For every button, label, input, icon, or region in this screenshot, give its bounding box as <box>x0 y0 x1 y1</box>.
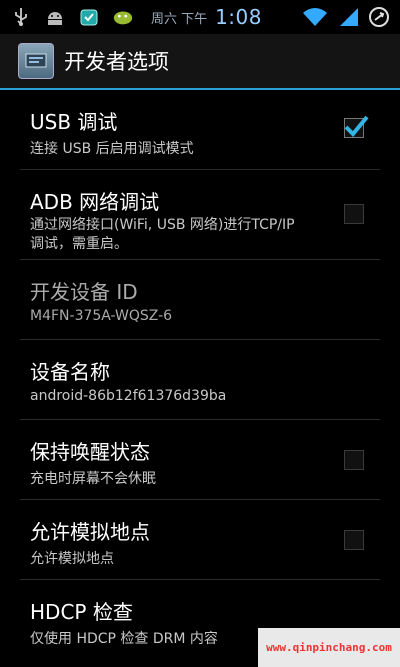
status-bar: 周六 下午 1:08 <box>0 0 400 34</box>
status-time: 1:08 <box>215 5 262 29</box>
settings-list: USB 调试 连接 USB 后启用调试模式 ADB 网络调试 通过网络接口(Wi… <box>0 90 400 650</box>
item-summary: 允许模拟地点 <box>30 551 114 567</box>
item-title: HDCP 检查 <box>30 600 133 624</box>
usb-debugging-checkbox[interactable] <box>344 115 369 138</box>
app-store-icon <box>78 6 100 28</box>
list-item-device-name[interactable]: 设备名称 android-86b12f61376d39ba <box>20 340 380 420</box>
item-title: USB 调试 <box>30 110 118 134</box>
mock-location-checkbox[interactable] <box>344 530 364 550</box>
item-title: 允许模拟地点 <box>30 520 150 544</box>
item-summary: android-86b12f61376d39ba <box>30 388 227 404</box>
watermark: www.qinpinchang.com <box>258 628 400 667</box>
stay-awake-checkbox[interactable] <box>344 450 364 470</box>
item-summary: 仅使用 HDCP 检查 DRM 内容 <box>30 631 218 647</box>
item-title: 开发设备 ID <box>30 280 138 304</box>
item-title: 保持唤醒状态 <box>30 440 150 464</box>
settings-icon[interactable] <box>18 43 54 79</box>
item-summary: 通过网络接口(WiFi, USB 网络)进行TCP/IP 调试，需重启。 <box>30 217 295 252</box>
android-icon <box>112 6 134 28</box>
signal-icon <box>338 6 360 28</box>
adb-network-checkbox[interactable] <box>344 204 364 224</box>
usb-icon <box>10 6 32 28</box>
action-bar: 开发者选项 <box>0 34 400 90</box>
wifi-icon <box>300 6 330 28</box>
item-summary: 充电时屏幕不会休眠 <box>30 471 156 487</box>
item-summary: M4FN-375A-WQSZ-6 <box>30 308 173 324</box>
list-item-adb-network[interactable]: ADB 网络调试 通过网络接口(WiFi, USB 网络)进行TCP/IP 调试… <box>20 170 380 260</box>
item-title: ADB 网络调试 <box>30 190 160 214</box>
android-debug-icon <box>44 6 66 28</box>
list-item-stay-awake[interactable]: 保持唤醒状态 充电时屏幕不会休眠 <box>20 420 380 500</box>
sync-icon <box>368 6 390 28</box>
status-date: 周六 下午 <box>150 11 208 27</box>
item-title: 设备名称 <box>30 360 110 384</box>
item-summary: 连接 USB 后启用调试模式 <box>30 141 194 157</box>
list-item-mock-location[interactable]: 允许模拟地点 允许模拟地点 <box>20 500 380 580</box>
page-title: 开发者选项 <box>64 50 169 74</box>
list-item-usb-debugging[interactable]: USB 调试 连接 USB 后启用调试模式 <box>20 90 380 170</box>
list-item-device-id: 开发设备 ID M4FN-375A-WQSZ-6 <box>20 260 380 340</box>
